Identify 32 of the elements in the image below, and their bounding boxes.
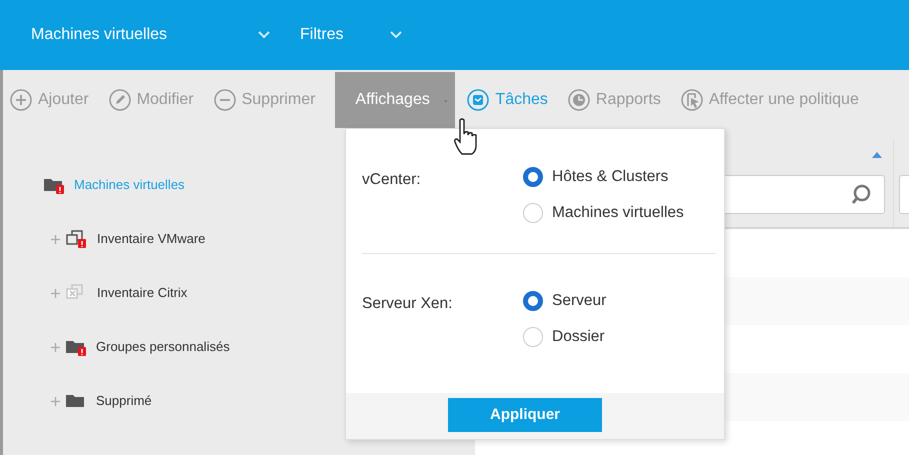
tree-item[interactable]: Supprimé bbox=[96, 391, 152, 411]
chevron-down-icon[interactable] bbox=[258, 31, 270, 39]
sort-arrow-icon[interactable] bbox=[872, 152, 882, 158]
menu-label[interactable]: Filtres bbox=[300, 23, 378, 47]
expand-icon[interactable] bbox=[51, 396, 60, 406]
search-icon bbox=[851, 184, 871, 206]
task-icon bbox=[467, 89, 490, 111]
plus-icon bbox=[10, 89, 32, 111]
expand-icon[interactable] bbox=[51, 234, 60, 244]
tree-item[interactable]: Machines virtuelles bbox=[74, 175, 185, 195]
toolbar-button[interactable]: Ajouter bbox=[10, 72, 99, 128]
menu-label[interactable]: Machines virtuelles bbox=[31, 23, 246, 47]
toolbar-button[interactable]: Modifier bbox=[108, 72, 204, 128]
toolbar-button[interactable]: Tâches bbox=[467, 72, 558, 128]
views-menu-button[interactable]: Affichages bbox=[335, 72, 456, 128]
apply-button[interactable]: Appliquer bbox=[448, 398, 602, 432]
chevron-down-icon[interactable] bbox=[390, 31, 402, 39]
tree-item[interactable]: Inventaire VMware bbox=[97, 229, 206, 249]
group-label: Serveur Xen: bbox=[362, 295, 452, 312]
minus-icon bbox=[214, 89, 236, 111]
toolbar-button[interactable]: Supprimer bbox=[214, 72, 326, 128]
toolbar-button[interactable]: Affecter une politique bbox=[680, 72, 869, 128]
radio-option[interactable]: Hôtes & Clusters bbox=[523, 159, 668, 195]
radio-option[interactable]: Machines virtuelles bbox=[523, 195, 684, 231]
tree-item[interactable]: Groupes personnalisés bbox=[96, 337, 230, 357]
radio-option[interactable]: Dossier bbox=[523, 319, 605, 355]
toolbar-button[interactable]: Rapports bbox=[568, 72, 671, 128]
pencil-icon bbox=[108, 89, 131, 111]
expand-icon[interactable] bbox=[51, 342, 60, 352]
radio-option[interactable]: Serveur bbox=[523, 283, 606, 319]
cursor-icon bbox=[680, 89, 703, 111]
group-label: vCenter: bbox=[362, 171, 421, 188]
